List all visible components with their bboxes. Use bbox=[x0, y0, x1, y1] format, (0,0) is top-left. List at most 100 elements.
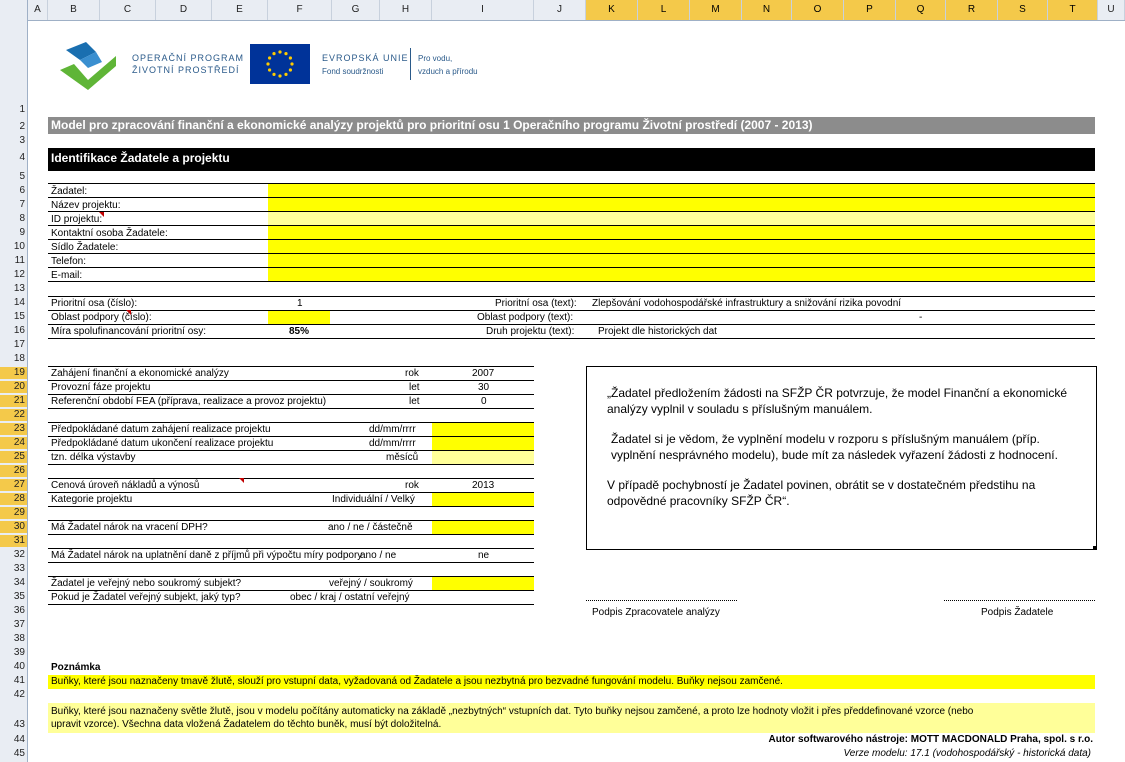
value-provozni-faze[interactable]: 30 bbox=[478, 381, 489, 394]
row-header[interactable]: 43 bbox=[0, 719, 27, 731]
row-header[interactable]: 34 bbox=[0, 577, 27, 589]
col-header[interactable]: T bbox=[1048, 0, 1098, 20]
value-oblast-podpory-text[interactable]: - bbox=[919, 311, 922, 324]
row-header[interactable]: 27 bbox=[0, 479, 27, 491]
row-header[interactable]: 1 bbox=[0, 104, 27, 116]
value-referencni-obdobi[interactable]: 0 bbox=[481, 395, 487, 408]
comment-marker[interactable] bbox=[99, 212, 104, 217]
col-header[interactable]: S bbox=[998, 0, 1048, 20]
row-header[interactable]: 18 bbox=[0, 353, 27, 365]
row-header[interactable]: 7 bbox=[0, 199, 27, 211]
row-header[interactable]: 31 bbox=[0, 535, 27, 547]
row-header[interactable]: 8 bbox=[0, 213, 27, 225]
row-header[interactable]: 30 bbox=[0, 521, 27, 533]
value-zahajeni-analyzy[interactable]: 2007 bbox=[472, 367, 494, 380]
calc-id-projektu[interactable] bbox=[268, 212, 1095, 225]
row-header[interactable]: 44 bbox=[0, 734, 27, 746]
col-header[interactable]: Q bbox=[896, 0, 946, 20]
row-header[interactable]: 23 bbox=[0, 423, 27, 435]
row-header[interactable]: 14 bbox=[0, 297, 27, 309]
comment-marker[interactable] bbox=[126, 310, 131, 315]
col-header[interactable]: J bbox=[534, 0, 586, 20]
col-header[interactable]: N bbox=[742, 0, 792, 20]
col-header[interactable]: G bbox=[332, 0, 380, 20]
input-datum-zahajeni[interactable] bbox=[432, 423, 534, 436]
row-header[interactable]: 40 bbox=[0, 661, 27, 673]
row-header[interactable]: 6 bbox=[0, 185, 27, 197]
row-header[interactable]: 24 bbox=[0, 437, 27, 449]
input-datum-ukonceni[interactable] bbox=[432, 437, 534, 450]
comment-marker[interactable] bbox=[239, 478, 244, 483]
input-verejny-soukromy[interactable] bbox=[432, 577, 534, 590]
row-header[interactable]: 2 bbox=[0, 121, 27, 133]
row-header[interactable]: 42 bbox=[0, 689, 27, 701]
row-header[interactable]: 13 bbox=[0, 283, 27, 295]
row-header[interactable]: 17 bbox=[0, 339, 27, 351]
input-nazev-projektu[interactable] bbox=[268, 198, 1095, 211]
col-header[interactable]: M bbox=[690, 0, 742, 20]
unit-dph: ano / ne / částečně bbox=[328, 522, 413, 533]
declaration-box[interactable]: „Žadatel předložením žádosti na SFŽP ČR … bbox=[586, 366, 1097, 550]
row-header[interactable]: 5 bbox=[0, 171, 27, 183]
col-header[interactable]: U bbox=[1098, 0, 1125, 20]
col-header[interactable]: K bbox=[586, 0, 638, 20]
row-header[interactable]: 22 bbox=[0, 409, 27, 421]
col-header[interactable]: H bbox=[380, 0, 432, 20]
value-cenova-uroven[interactable]: 2013 bbox=[472, 479, 494, 492]
col-header[interactable]: F bbox=[268, 0, 332, 20]
row-header[interactable]: 32 bbox=[0, 549, 27, 561]
col-header[interactable]: R bbox=[946, 0, 998, 20]
col-header[interactable]: I bbox=[432, 0, 534, 20]
row-header[interactable]: 16 bbox=[0, 325, 27, 337]
input-kontaktni-osoba[interactable] bbox=[268, 226, 1095, 239]
value-mira-spolufinancovani[interactable]: 85% bbox=[289, 325, 309, 338]
row-header[interactable]: 20 bbox=[0, 381, 27, 393]
value-druh-projektu[interactable]: Projekt dle historických dat bbox=[598, 325, 717, 338]
row-header[interactable]: 41 bbox=[0, 675, 27, 687]
row-header[interactable]: 25 bbox=[0, 451, 27, 463]
col-header[interactable]: L bbox=[638, 0, 690, 20]
input-oblast-podpory[interactable] bbox=[268, 311, 330, 324]
select-all-corner[interactable] bbox=[0, 0, 28, 20]
note-dark-yellow-text: Buňky, které jsou naznačeny tmavě žlutě,… bbox=[51, 676, 783, 687]
section-title: Identifikace Žadatele a projektu bbox=[48, 148, 1095, 171]
row-header[interactable]: 39 bbox=[0, 647, 27, 659]
row-header[interactable]: 35 bbox=[0, 591, 27, 603]
input-kategorie-projektu[interactable] bbox=[432, 493, 534, 506]
row-header[interactable]: 11 bbox=[0, 255, 27, 267]
input-sidlo[interactable] bbox=[268, 240, 1095, 253]
row-header[interactable]: 4 bbox=[0, 152, 27, 164]
col-header[interactable]: D bbox=[156, 0, 212, 20]
value-prioritni-osa-text[interactable]: Zlepšování vodohospodářské infrastruktur… bbox=[592, 297, 901, 310]
unit-typ-subjektu: obec / kraj / ostatní veřejný bbox=[290, 592, 410, 603]
row-header[interactable]: 36 bbox=[0, 605, 27, 617]
row-header[interactable]: 45 bbox=[0, 748, 27, 760]
resize-handle[interactable] bbox=[1093, 546, 1097, 550]
row-header[interactable]: 10 bbox=[0, 241, 27, 253]
value-prioritni-osa-cislo[interactable]: 1 bbox=[297, 297, 303, 310]
row-header[interactable]: 3 bbox=[0, 135, 27, 147]
col-header[interactable]: C bbox=[100, 0, 156, 20]
row-header[interactable]: 33 bbox=[0, 563, 27, 575]
col-header[interactable]: E bbox=[212, 0, 268, 20]
row-header[interactable]: 29 bbox=[0, 507, 27, 519]
input-telefon[interactable] bbox=[268, 254, 1095, 267]
row-header[interactable]: 38 bbox=[0, 633, 27, 645]
input-dph[interactable] bbox=[432, 521, 534, 534]
row-header[interactable]: 12 bbox=[0, 269, 27, 281]
col-header[interactable]: A bbox=[28, 0, 48, 20]
row-header[interactable]: 15 bbox=[0, 311, 27, 323]
calc-delka-vystavby[interactable] bbox=[432, 451, 534, 464]
row-header[interactable]: 28 bbox=[0, 493, 27, 505]
row-header[interactable]: 37 bbox=[0, 619, 27, 631]
input-email[interactable] bbox=[268, 268, 1095, 281]
row-header[interactable]: 19 bbox=[0, 367, 27, 379]
col-header[interactable]: B bbox=[48, 0, 100, 20]
col-header[interactable]: P bbox=[844, 0, 896, 20]
col-header[interactable]: O bbox=[792, 0, 844, 20]
row-header[interactable]: 9 bbox=[0, 227, 27, 239]
input-zadatel[interactable] bbox=[268, 184, 1095, 197]
value-dan-z-prijmu[interactable]: ne bbox=[478, 549, 489, 562]
row-header[interactable]: 21 bbox=[0, 395, 27, 407]
row-header[interactable]: 26 bbox=[0, 465, 27, 477]
